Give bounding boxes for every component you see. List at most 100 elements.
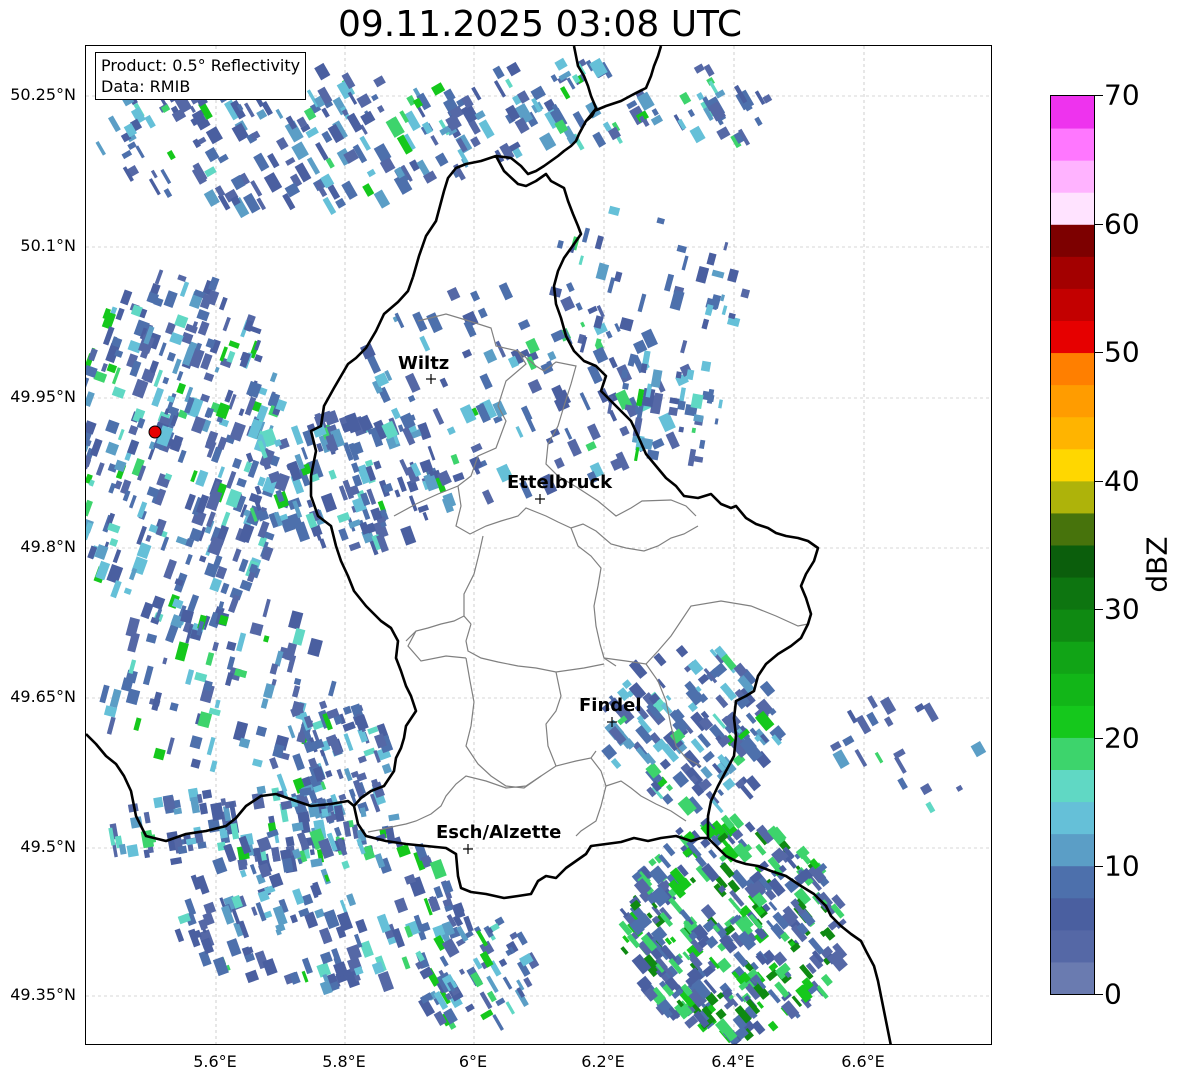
radar-echo-cell	[740, 288, 751, 299]
radar-echo-cell	[662, 793, 674, 805]
radar-echo-cell	[217, 436, 228, 450]
radar-echo-cell	[109, 688, 122, 709]
radar-echo-cell	[432, 407, 445, 426]
colorbar-swatch	[1051, 512, 1094, 546]
radar-echo-cell	[498, 282, 514, 301]
radar-echo-cell	[656, 217, 665, 225]
radar-echo-cell	[756, 1001, 764, 1009]
radar-echo-cell	[126, 844, 139, 858]
radar-echo-cell	[914, 703, 925, 713]
radar-echo-cell	[166, 149, 176, 161]
radar-echo-cell	[677, 400, 686, 411]
radar-echo-cell	[373, 189, 391, 209]
colorbar-swatch	[1051, 384, 1094, 418]
radar-echo-cell	[144, 114, 156, 129]
radar-echo-cell	[112, 549, 122, 564]
colorbar-swatch	[1051, 705, 1094, 738]
radar-echo-cell	[148, 178, 161, 196]
radar-echo-cell	[362, 183, 375, 197]
radar-echo-cell	[214, 699, 221, 709]
radar-echo-cell	[117, 428, 125, 441]
radar-site	[148, 425, 162, 439]
radar-echo-cell	[285, 156, 296, 166]
radar-echo-cell	[176, 382, 186, 395]
radar-echo-cell	[236, 477, 247, 488]
radar-echo-cell	[328, 469, 337, 480]
radar-echo-cell	[675, 826, 684, 836]
radar-echo-cell	[471, 86, 482, 101]
radar-echo-cell	[162, 376, 170, 385]
radar-echo-cell	[610, 758, 622, 770]
radar-echo-cell	[166, 737, 175, 755]
radar-echo-cell	[820, 973, 833, 987]
radar-echo-cell	[579, 392, 591, 411]
radar-echo-cell	[651, 108, 659, 117]
radar-echo-cell	[359, 521, 370, 535]
radar-echo-cell	[922, 702, 939, 723]
radar-echo-cell	[135, 145, 145, 159]
radar-echo-cell	[185, 553, 193, 566]
radar-echo-cell	[681, 255, 689, 271]
radar-echo-cell	[439, 377, 449, 388]
colorbar-tickmark	[1095, 224, 1103, 225]
radar-map[interactable]: Wiltz Ettelbruck Findel Esch/Alzette	[85, 45, 992, 1045]
radar-echo-cell	[700, 765, 713, 780]
colorbar-swatch	[1051, 673, 1094, 706]
lon-tick-label: 6.6°E	[841, 1052, 885, 1071]
radar-echo-cell	[492, 65, 505, 80]
radar-echo-cell	[203, 372, 215, 382]
radar-echo-cell	[620, 946, 629, 955]
colorbar-swatch	[1051, 224, 1094, 257]
radar-echo-cell	[679, 387, 686, 403]
colorbar-tickmark	[1095, 609, 1103, 610]
radar-echo-cell	[204, 146, 220, 163]
radar-echo-cell	[515, 425, 524, 438]
radar-echo-cell	[832, 749, 850, 769]
colorbar-swatch	[1051, 577, 1094, 610]
radar-echo-cell	[255, 725, 267, 737]
radar-echo-cell	[716, 957, 732, 973]
radar-echo-cell	[371, 93, 379, 102]
radar-echo-cell	[245, 969, 260, 984]
radar-echo-cell	[263, 635, 270, 643]
radar-echo-cell	[431, 82, 446, 96]
canton-border	[605, 780, 687, 822]
canton-border	[407, 630, 467, 662]
radar-echo-cell	[228, 340, 240, 349]
city-label-ettelbruck: Ettelbruck	[507, 472, 613, 493]
radar-echo-cell	[205, 652, 215, 666]
radar-echo-cell	[126, 439, 140, 456]
radar-echo-cell	[377, 970, 395, 993]
radar-echo-cell	[634, 446, 640, 462]
radar-echo-cell	[325, 770, 333, 778]
radar-echo-cell	[587, 305, 598, 315]
radar-echo-cell	[342, 705, 352, 715]
radar-echo-cell	[232, 548, 242, 563]
radar-echo-cell	[480, 1009, 494, 1021]
radar-echo-cell	[267, 152, 280, 169]
colorbar-tickmark	[1095, 481, 1103, 482]
radar-echo-cell	[322, 196, 337, 215]
radar-echo-cell	[687, 659, 704, 676]
colorbar-swatch	[1051, 288, 1094, 321]
radar-echo-cell	[816, 985, 829, 1000]
radar-echo-cell	[720, 294, 725, 302]
radar-echo-cell	[196, 309, 210, 322]
radar-echo-cell	[253, 152, 270, 172]
radar-echo-cell	[294, 521, 311, 543]
radar-echo-cell	[450, 453, 460, 465]
radar-echo-cell	[226, 350, 236, 364]
lat-tick-label: 49.8°N	[20, 537, 76, 556]
radar-echo-cell	[556, 240, 564, 249]
radar-echo-cell	[212, 857, 228, 875]
radar-echo-cell	[320, 492, 338, 513]
radar-site-marker	[148, 425, 162, 439]
radar-echo-cell	[619, 425, 630, 437]
radar-echo-cell	[288, 610, 304, 630]
radar-echo-cell	[550, 74, 558, 83]
radar-echo-cell	[527, 378, 543, 394]
radar-echo-cell	[121, 149, 133, 160]
radar-echo-cell	[439, 955, 449, 967]
radar-echo-cell	[744, 821, 756, 833]
radar-echo-cell	[405, 372, 421, 393]
